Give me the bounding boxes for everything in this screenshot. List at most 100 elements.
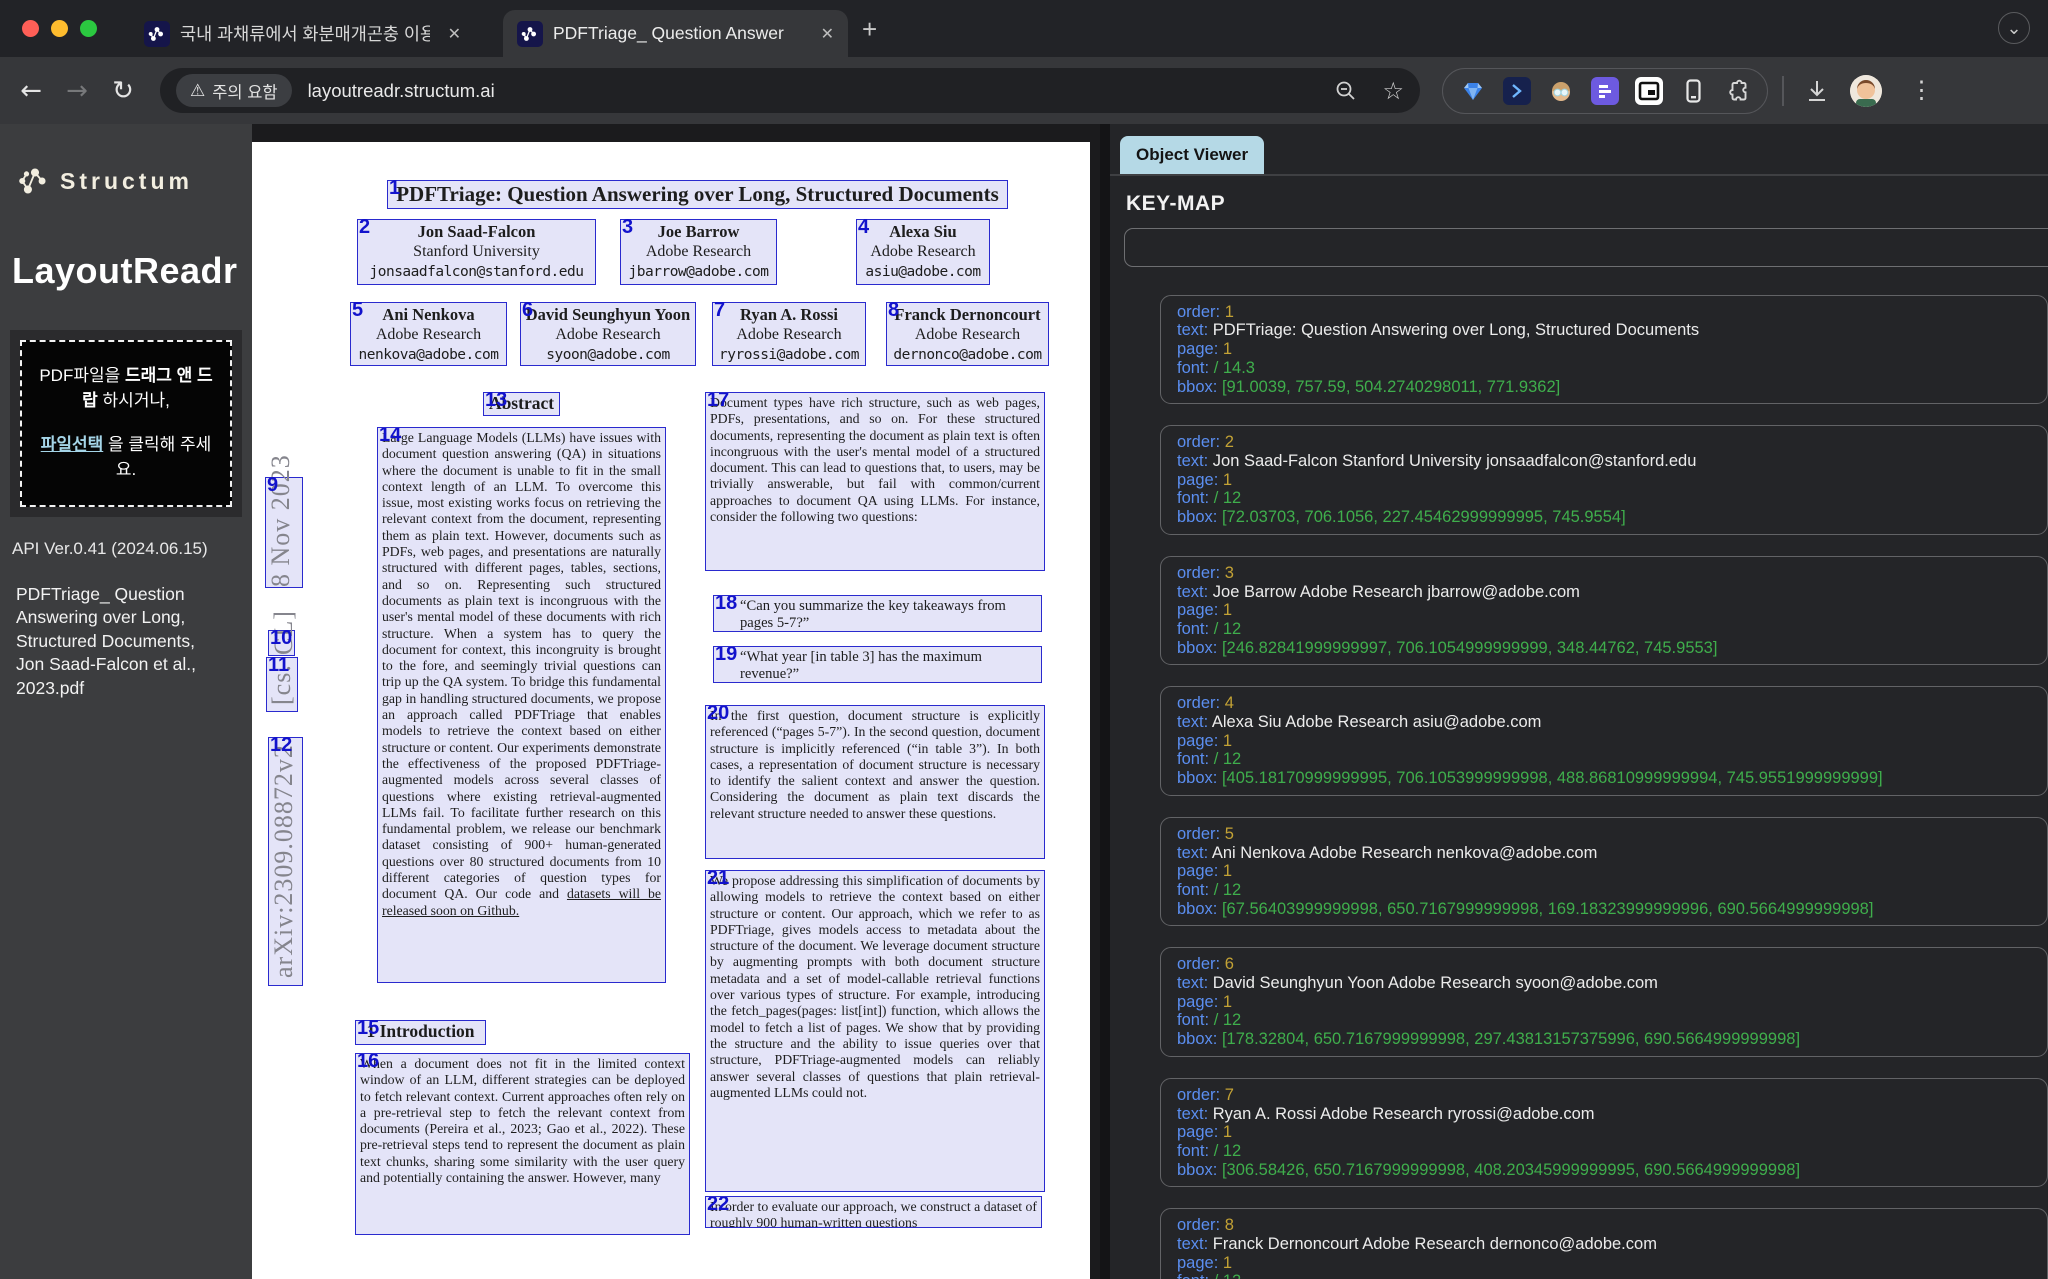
field-value: [91.0039, 757.59, 504.2740298011, 771.93… <box>1222 378 1560 396</box>
entry-field-page: page: 1 <box>1177 1254 2031 1273</box>
annotation-paragraph[interactable]: 18“Can you summarize the key takeaways f… <box>713 595 1042 632</box>
annotation-author[interactable]: 6David Seunghyun YoonAdobe Researchsyoon… <box>520 302 696 366</box>
field-value: [246.82841999999997, 706.1054999999999, … <box>1222 639 1717 657</box>
author-affiliation: Adobe Research <box>713 325 865 345</box>
tab-search-chevron-icon[interactable]: ⌄ <box>1998 12 2030 44</box>
annotation-intro-body[interactable]: 16 When a document does not fit in the l… <box>355 1053 690 1235</box>
annotation-title[interactable]: 1 PDFTriage: Question Answering over Lon… <box>387 180 1008 209</box>
keymap-entry[interactable]: order: 2text: Jon Saad-Falcon Stanford U… <box>1160 425 2048 535</box>
pdf-dropzone[interactable]: PDF파일을 드래그 앤 드랍 하시거나, 파일선택 을 클릭해 주세요. <box>20 340 232 507</box>
close-tab-icon[interactable]: ✕ <box>821 24 834 44</box>
author-name: Franck Dernoncourt <box>887 304 1048 325</box>
file-select-link[interactable]: 파일선택 <box>41 435 104 454</box>
tab-korean-doc[interactable]: 국내 과채류에서 화분매개곤충 이용 ✕ <box>130 10 475 57</box>
entry-field-order: order: 5 <box>1177 825 2031 844</box>
annotation-author[interactable]: 5Ani NenkovaAdobe Researchnenkova@adobe.… <box>350 302 507 366</box>
field-value: [405.18170999999995, 706.1053999999998, … <box>1222 769 1883 787</box>
zoom-out-icon[interactable] <box>1334 79 1358 103</box>
entry-field-bbox: bbox: [306.58426, 650.7167999999998, 408… <box>1177 1161 2031 1180</box>
field-value: 6 <box>1225 955 1234 973</box>
entry-field-page: page: 1 <box>1177 471 2031 490</box>
purple-extension-icon[interactable] <box>1591 77 1619 105</box>
paragraph-text: “What year [in table 3] has the maximum … <box>740 649 982 682</box>
entry-field-text: text: Franck Dernoncourt Adobe Research … <box>1177 1235 2031 1254</box>
reload-button[interactable]: ↻ <box>100 76 146 106</box>
bookmark-extension-icon[interactable] <box>1679 77 1707 105</box>
annotation-margin-note[interactable]: 98 Nov 2023 <box>265 477 303 588</box>
puzzle-extensions-icon[interactable] <box>1723 77 1751 105</box>
entry-field-bbox: bbox: [405.18170999999995, 706.105399999… <box>1177 769 2031 788</box>
field-label: order: <box>1177 694 1225 712</box>
dropzone-text: 하시거나, <box>98 391 170 410</box>
annotation-author[interactable]: 2Jon Saad-FalconStanford Universityjonsa… <box>357 219 596 285</box>
app-title: LayoutReadr <box>12 250 242 292</box>
tab-pdftriage[interactable]: PDFTriage_ Question Answer ✕ <box>503 10 848 57</box>
keymap-entry[interactable]: order: 5text: Ani Nenkova Adobe Research… <box>1160 817 2048 927</box>
field-value: 1 <box>1223 340 1232 358</box>
keymap-entry[interactable]: order: 8text: Franck Dernoncourt Adobe R… <box>1160 1208 2048 1279</box>
browser-window: 국내 과채류에서 화분매개곤충 이용 ✕ PDFTriage_ Question… <box>0 0 2048 1279</box>
profile-avatar[interactable] <box>1850 75 1882 107</box>
field-label: page: <box>1177 471 1223 489</box>
field-value: / 12 <box>1214 1142 1242 1160</box>
back-button[interactable]: ← <box>8 76 54 106</box>
annotation-paragraph[interactable]: 17Document types have rich structure, su… <box>705 392 1045 571</box>
annotation-paragraph[interactable]: 19“What year [in table 3] has the maximu… <box>713 646 1042 683</box>
annotation-paragraph[interactable]: 21We propose addressing this simplificat… <box>705 870 1045 1192</box>
annotation-author[interactable]: 3Joe BarrowAdobe Researchjbarrow@adobe.c… <box>620 219 777 285</box>
author-name: Ryan A. Rossi <box>713 304 865 325</box>
structum-favicon <box>517 21 543 47</box>
face-extension-icon[interactable] <box>1547 77 1575 105</box>
annotation-author[interactable]: 4Alexa SiuAdobe Researchasiu@adobe.com <box>856 219 990 285</box>
minimize-window-button[interactable] <box>51 20 68 37</box>
site-security-chip[interactable]: ⚠ 주의 요함 <box>176 74 292 107</box>
field-value: David Seunghyun Yoon Adobe Research syoo… <box>1213 974 1658 992</box>
annotation-intro-heading[interactable]: 15 1 Introduction <box>355 1020 486 1045</box>
keymap-entry[interactable]: order: 6text: David Seunghyun Yoon Adobe… <box>1160 947 2048 1057</box>
annotation-abstract-body[interactable]: 14 Large Language Models (LLMs) have iss… <box>377 427 666 983</box>
forward-button[interactable]: → <box>54 76 100 106</box>
object-viewer-panel: Object Viewer KEY-MAP order: 1text: PDFT… <box>1100 124 2048 1279</box>
new-tab-button[interactable]: + <box>862 16 877 42</box>
keymap-search-input[interactable] <box>1124 228 2048 267</box>
tab-title: PDFTriage_ Question Answer <box>553 23 784 44</box>
field-value: 5 <box>1225 825 1234 843</box>
field-value: [306.58426, 650.7167999999998, 408.20345… <box>1222 1161 1800 1179</box>
keymap-entry[interactable]: order: 1text: PDFTriage: Question Answer… <box>1160 295 2048 405</box>
author-affiliation: Stanford University <box>358 242 595 262</box>
annotation-paragraph[interactable]: 20In the first question, document struct… <box>705 705 1045 859</box>
address-bar[interactable]: ⚠ 주의 요함 layoutreadr.structum.ai ☆ <box>160 68 1420 113</box>
annotation-margin-note[interactable]: 10CL] <box>268 630 295 656</box>
annotation-margin-note[interactable]: 11[cs. <box>266 657 298 712</box>
annotation-author[interactable]: 7Ryan A. RossiAdobe Researchryrossi@adob… <box>712 302 866 366</box>
annotation-paragraph[interactable]: 22In order to evaluate our approach, we … <box>705 1196 1042 1228</box>
author-email: syoon@adobe.com <box>521 346 695 365</box>
field-label: page: <box>1177 732 1223 750</box>
close-window-button[interactable] <box>22 20 39 37</box>
entry-field-font: font: / 12 <box>1177 620 2031 639</box>
pdf-page[interactable]: 1 PDFTriage: Question Answering over Lon… <box>252 142 1090 1279</box>
annotation-number: 19 <box>715 646 737 664</box>
pip-extension-icon[interactable] <box>1635 77 1663 105</box>
toolbar-separator <box>1782 76 1784 106</box>
author-affiliation: Adobe Research <box>621 242 776 262</box>
field-label: bbox: <box>1177 639 1222 657</box>
tab-object-viewer[interactable]: Object Viewer <box>1120 136 1264 174</box>
kebab-menu-icon[interactable]: ⋮ <box>1902 76 1942 105</box>
close-tab-icon[interactable]: ✕ <box>448 24 461 44</box>
annotation-margin-note[interactable]: 12arXiv:2309.08872v2 <box>268 737 303 986</box>
annotation-abstract-heading[interactable]: 13 Abstract <box>483 392 560 416</box>
keymap-entry[interactable]: order: 4text: Alexa Siu Adobe Research a… <box>1160 686 2048 796</box>
shield-extension-icon[interactable] <box>1503 77 1531 105</box>
annotation-number: 22 <box>707 1196 729 1214</box>
field-value: / 12 <box>1214 1272 1242 1279</box>
gem-extension-icon[interactable] <box>1459 77 1487 105</box>
author-name: David Seunghyun Yoon <box>521 304 695 325</box>
author-affiliation: Adobe Research <box>351 325 506 345</box>
keymap-entry[interactable]: order: 7text: Ryan A. Rossi Adobe Resear… <box>1160 1078 2048 1188</box>
bookmark-star-icon[interactable]: ☆ <box>1382 77 1404 105</box>
download-icon[interactable] <box>1804 78 1830 104</box>
annotation-author[interactable]: 8Franck DernoncourtAdobe Researchdernonc… <box>886 302 1049 366</box>
keymap-entry[interactable]: order: 3text: Joe Barrow Adobe Research … <box>1160 556 2048 666</box>
fullscreen-window-button[interactable] <box>80 20 97 37</box>
